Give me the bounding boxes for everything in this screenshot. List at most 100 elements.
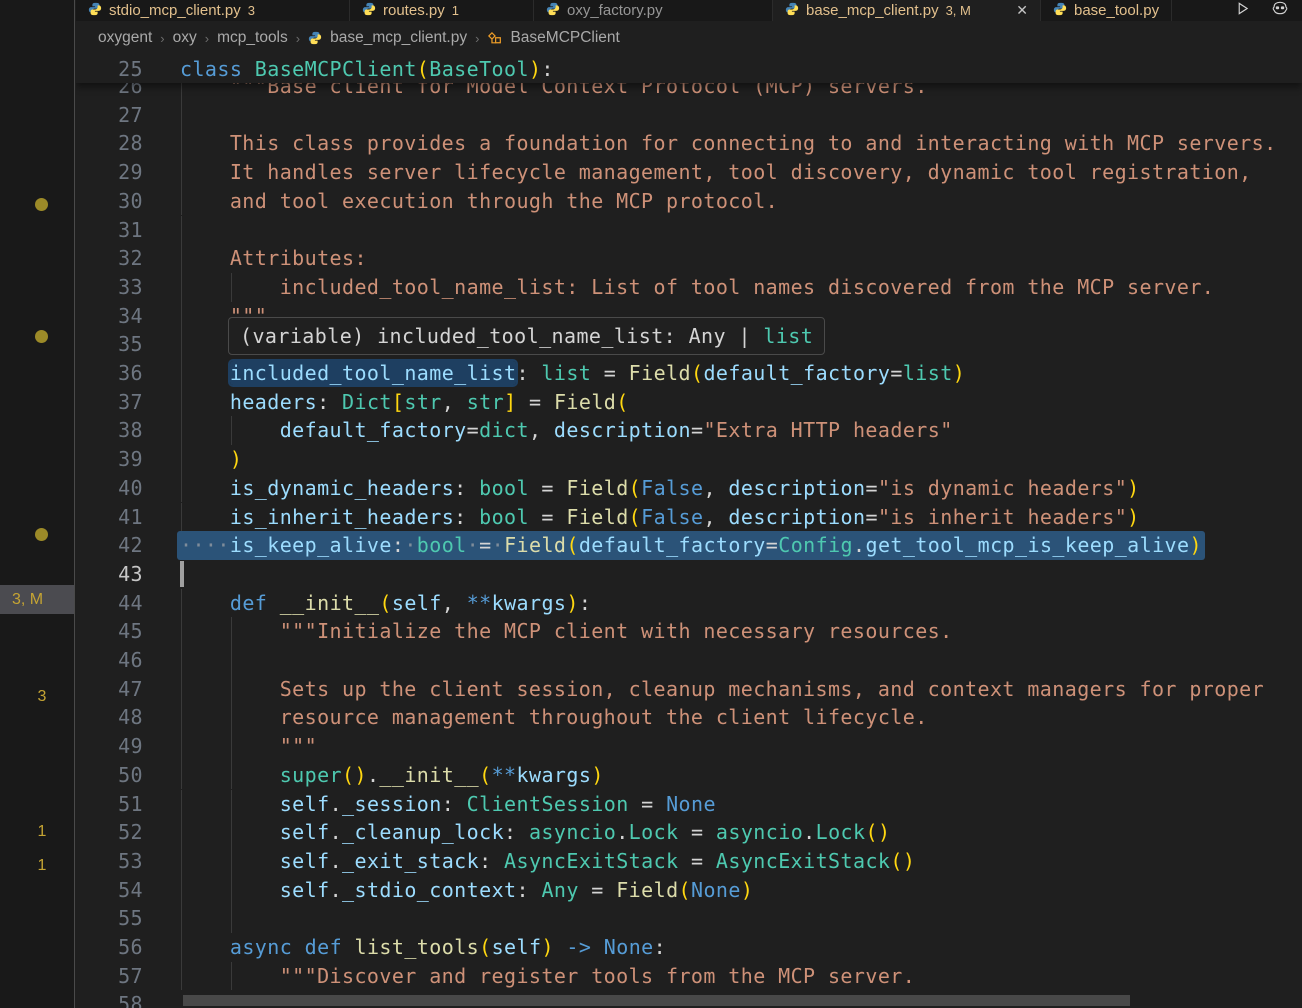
- line-number-35[interactable]: 35: [76, 330, 143, 359]
- code-line-47[interactable]: 47 Sets up the client session, cleanup m…: [76, 675, 1302, 704]
- code-line-42[interactable]: 42····is_keep_alive:·bool·=·Field(defaul…: [76, 531, 1302, 560]
- code-token: list_tools: [355, 935, 480, 959]
- code-line-53[interactable]: 53 self._exit_stack: AsyncExitStack = As…: [76, 847, 1302, 876]
- code-line-48[interactable]: 48 resource management throughout the cl…: [76, 703, 1302, 732]
- line-number-34[interactable]: 34: [76, 302, 143, 331]
- tab-routes.py[interactable]: routes.py1: [350, 0, 534, 21]
- line-number-56[interactable]: 56: [76, 933, 143, 962]
- breadcrumb-item-oxygent[interactable]: oxygent: [98, 29, 152, 47]
- line-number-37[interactable]: 37: [76, 388, 143, 417]
- python-icon: [1053, 2, 1067, 20]
- line-number-42[interactable]: 42: [76, 531, 143, 560]
- line-number-44[interactable]: 44: [76, 589, 143, 618]
- line-number-27[interactable]: 27: [76, 101, 143, 130]
- code-token: Field: [554, 390, 616, 414]
- breadcrumb-item-mcp_tools[interactable]: mcp_tools: [217, 29, 288, 47]
- code-token: kwargs: [492, 591, 567, 615]
- code-line-32[interactable]: 32 Attributes:: [76, 244, 1302, 273]
- code-line-30[interactable]: 30 and tool execution through the MCP pr…: [76, 187, 1302, 216]
- code-line-46[interactable]: 46: [76, 646, 1302, 675]
- code-line-50[interactable]: 50 super().__init__(**kwargs): [76, 761, 1302, 790]
- code-line-27[interactable]: 27: [76, 101, 1302, 130]
- code-line-52[interactable]: 52 self._cleanup_lock: asyncio.Lock = as…: [76, 818, 1302, 847]
- code-line-44[interactable]: 44 def __init__(self, **kwargs):: [76, 589, 1302, 618]
- line-number-48[interactable]: 48: [76, 703, 143, 732]
- copilot-icon[interactable]: [1272, 0, 1288, 21]
- code-lines-container[interactable]: 26 """Base client for Model Context Prot…: [76, 55, 1302, 1008]
- tab-label: stdio_mcp_client.py: [109, 2, 241, 19]
- line-number-46[interactable]: 46: [76, 646, 143, 675]
- code-token: ): [1127, 476, 1139, 500]
- line-number-36[interactable]: 36: [76, 359, 143, 388]
- code-line-54[interactable]: 54 self._stdio_context: Any = Field(None…: [76, 876, 1302, 905]
- line-number-53[interactable]: 53: [76, 847, 143, 876]
- line-number-57[interactable]: 57: [76, 962, 143, 991]
- code-text: This class provides a foundation for con…: [180, 129, 1277, 158]
- code-line-36[interactable]: 36 included_tool_name_list: list = Field…: [76, 359, 1302, 388]
- code-line-49[interactable]: 49 """: [76, 732, 1302, 761]
- selected-file-row[interactable]: 3, M: [0, 585, 74, 614]
- run-button[interactable]: [1235, 1, 1250, 21]
- code-line-55[interactable]: 55: [76, 904, 1302, 933]
- code-line-33[interactable]: 33 included_tool_name_list: List of tool…: [76, 273, 1302, 302]
- line-number-45[interactable]: 45: [76, 617, 143, 646]
- line-number-28[interactable]: 28: [76, 129, 143, 158]
- line-number-39[interactable]: 39: [76, 445, 143, 474]
- line-number-51[interactable]: 51: [76, 790, 143, 819]
- line-number-30[interactable]: 30: [76, 187, 143, 216]
- code-line-29[interactable]: 29 It handles server lifecycle managemen…: [76, 158, 1302, 187]
- line-number-43[interactable]: 43: [76, 560, 143, 589]
- code-token: **: [492, 763, 517, 787]
- close-icon[interactable]: ✕: [1016, 2, 1028, 19]
- line-number-41[interactable]: 41: [76, 503, 143, 532]
- code-token: default_factory: [280, 418, 467, 442]
- code-token: [180, 820, 280, 844]
- breadcrumb-item-base_mcp_client.py[interactable]: base_mcp_client.py: [330, 29, 467, 47]
- tab-oxy_factory.py[interactable]: oxy_factory.py: [534, 0, 773, 21]
- code-line-51[interactable]: 51 self._session: ClientSession = None: [76, 790, 1302, 819]
- code-line-57[interactable]: 57 """Discover and register tools from t…: [76, 962, 1302, 991]
- code-token: (): [865, 820, 890, 844]
- code-line-40[interactable]: 40 is_dynamic_headers: bool = Field(Fals…: [76, 474, 1302, 503]
- code-editor[interactable]: 26 """Base client for Model Context Prot…: [76, 55, 1302, 1008]
- line-number-29[interactable]: 29: [76, 158, 143, 187]
- code-token: is_keep_alive: [230, 533, 392, 557]
- line-number-33[interactable]: 33: [76, 273, 143, 302]
- code-line-43[interactable]: 43: [76, 560, 1302, 589]
- line-number-31[interactable]: 31: [76, 216, 143, 245]
- breadcrumb-item-oxy[interactable]: oxy: [173, 29, 197, 47]
- line-number-38[interactable]: 38: [76, 416, 143, 445]
- line-number-58[interactable]: 58: [76, 990, 143, 1008]
- line-number-25[interactable]: 25: [76, 55, 143, 83]
- code-line-37[interactable]: 37 headers: Dict[str, str] = Field(: [76, 388, 1302, 417]
- line-number-40[interactable]: 40: [76, 474, 143, 503]
- code-line-31[interactable]: 31: [76, 216, 1302, 245]
- horizontal-scrollbar[interactable]: [183, 995, 1130, 1006]
- line-number-32[interactable]: 32: [76, 244, 143, 273]
- code-text: and tool execution through the MCP proto…: [180, 187, 778, 216]
- code-token: False: [641, 505, 703, 529]
- line-number-55[interactable]: 55: [76, 904, 143, 933]
- line-number-47[interactable]: 47: [76, 675, 143, 704]
- tab-base_tool.py[interactable]: base_tool.py: [1041, 0, 1172, 21]
- line-number-52[interactable]: 52: [76, 818, 143, 847]
- code-token: """Initialize the MCP client with necess…: [180, 619, 953, 643]
- tab-base_mcp_client.py[interactable]: base_mcp_client.py3, M✕: [773, 0, 1041, 21]
- breadcrumb-item-BaseMCPClient[interactable]: BaseMCPClient: [510, 29, 619, 47]
- code-line-41[interactable]: 41 is_inherit_headers: bool = Field(Fals…: [76, 503, 1302, 532]
- tab-stdio_mcp_client.py[interactable]: stdio_mcp_client.py3: [76, 0, 350, 21]
- line-number-49[interactable]: 49: [76, 732, 143, 761]
- code-token: "Extra HTTP headers": [703, 418, 952, 442]
- code-line-56[interactable]: 56 async def list_tools(self) -> None:: [76, 933, 1302, 962]
- code-token: :: [504, 820, 529, 844]
- code-line-45[interactable]: 45 """Initialize the MCP client with nec…: [76, 617, 1302, 646]
- code-line-28[interactable]: 28 This class provides a foundation for …: [76, 129, 1302, 158]
- line-number-50[interactable]: 50: [76, 761, 143, 790]
- code-text: resource management throughout the clien…: [180, 703, 928, 732]
- code-token: AsyncExitStack: [716, 849, 890, 873]
- code-line-39[interactable]: 39 ): [76, 445, 1302, 474]
- sticky-scroll-line[interactable]: 25class BaseMCPClient(BaseTool):: [76, 55, 1302, 83]
- line-number-54[interactable]: 54: [76, 876, 143, 905]
- code-token: =: [865, 476, 877, 500]
- code-line-38[interactable]: 38 default_factory=dict, description="Ex…: [76, 416, 1302, 445]
